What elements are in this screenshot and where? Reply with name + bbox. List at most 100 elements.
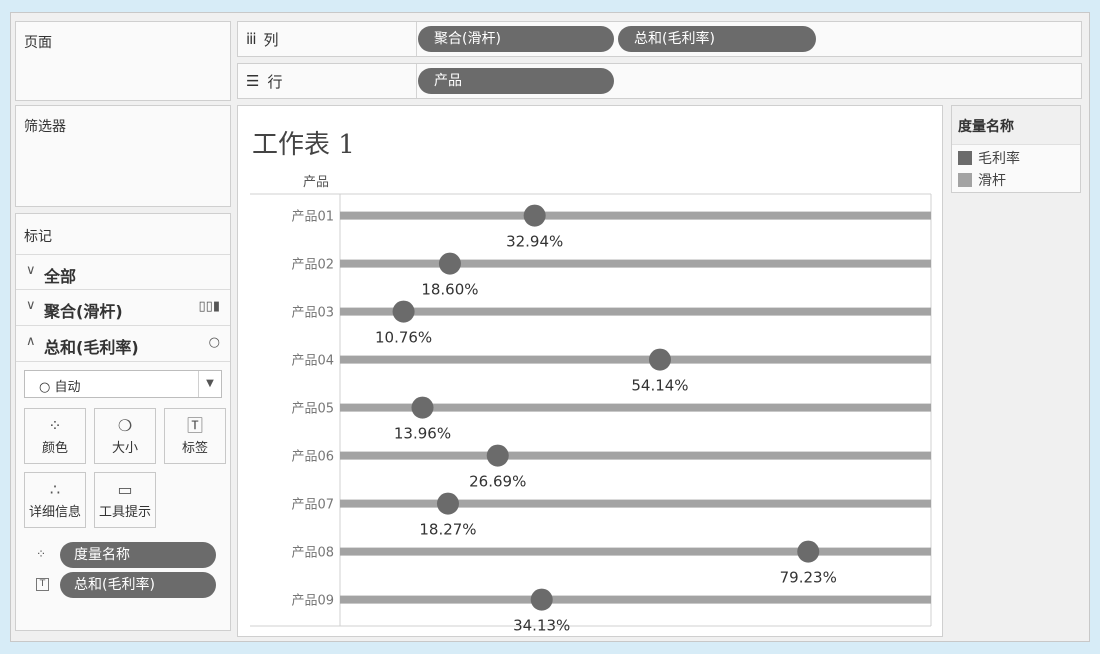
legend-swatch-profit — [958, 151, 972, 165]
label-t-icon: T — [36, 578, 49, 591]
tooltip-label: 工具提示 — [98, 505, 151, 520]
slider-bar — [340, 499, 931, 508]
slider-bar — [340, 307, 931, 316]
profit-dot — [648, 348, 671, 371]
data-label: 79.23% — [780, 569, 837, 587]
chevron-up-icon: ∧ — [26, 334, 36, 349]
marks-slider-label: 聚合(滑杆) — [44, 302, 123, 321]
pill-product-label: 产品 — [434, 73, 462, 89]
size-icon: ❍ — [117, 416, 133, 435]
legend-header: 度量名称 — [952, 106, 1080, 145]
data-label: 54.14% — [631, 377, 688, 395]
category-label: 产品08 — [291, 546, 334, 561]
legend-label-profit: 毛利率 — [978, 151, 1020, 167]
tooltip-icon: ▭ — [117, 480, 133, 499]
field-profit-sum-label: 总和(毛利率) — [74, 577, 155, 593]
legend-item-profit[interactable]: 毛利率 — [958, 148, 1020, 168]
marks-profit-sum[interactable]: ∧ 总和(毛利率) ○ — [16, 326, 230, 362]
slider-bar — [340, 451, 931, 460]
profit-dot — [530, 588, 553, 611]
data-label: 18.27% — [419, 521, 476, 539]
rows-label: 行 — [267, 72, 283, 91]
detail-button[interactable]: ∴ 详细信息 — [24, 472, 86, 528]
data-label: 10.76% — [375, 329, 432, 347]
data-label: 13.96% — [394, 425, 451, 443]
field-measure-names[interactable]: 度量名称 — [60, 542, 216, 568]
marks-title: 标记 — [24, 229, 52, 245]
pill-product[interactable]: 产品 — [418, 68, 614, 94]
color-dots-icon: ⁘ — [48, 416, 62, 435]
chevron-down-icon: ∨ — [26, 298, 36, 313]
slider-bar — [340, 259, 931, 268]
category-label: 产品04 — [291, 354, 334, 369]
category-label: 产品07 — [291, 498, 334, 513]
category-label: 产品02 — [291, 258, 334, 273]
color-dots-icon: ⁘ — [36, 547, 47, 561]
mark-type-value: 自动 — [54, 380, 81, 395]
profit-dot — [411, 396, 434, 419]
marks-all[interactable]: ∨ 全部 — [16, 254, 230, 290]
pill-profit-sum[interactable]: 总和(毛利率) — [618, 26, 816, 52]
profit-dot — [392, 300, 415, 323]
detail-label: 详细信息 — [28, 505, 81, 520]
marks-all-label: 全部 — [44, 267, 77, 286]
filters-panel[interactable]: 筛选器 — [15, 105, 231, 207]
pages-panel[interactable]: 页面 — [15, 21, 231, 101]
circle-icon: ○ — [39, 380, 55, 395]
columns-icon: iii — [246, 30, 256, 48]
data-label: 18.60% — [421, 281, 478, 299]
mark-type-dropdown[interactable]: ○ 自动 ▼ — [24, 370, 222, 398]
data-label: 34.13% — [513, 617, 570, 635]
legend-swatch-slider — [958, 173, 972, 187]
legend-panel: 度量名称 毛利率 滑杆 — [951, 105, 1081, 193]
circle-icon: ○ — [208, 335, 220, 350]
chart: 产品产品01 32.94% 产品02 18.60% 产品03 10.76% 产品04 54.1… — [250, 175, 932, 635]
size-label: 大小 — [111, 441, 138, 456]
pill-profit-sum-label: 总和(毛利率) — [634, 31, 715, 47]
category-label: 产品03 — [291, 306, 334, 321]
rows-icon: ☰ — [246, 72, 260, 90]
category-label: 产品05 — [291, 402, 334, 417]
pill-slider-agg[interactable]: 聚合(滑杆) — [418, 26, 614, 52]
slider-bar — [340, 211, 931, 220]
detail-dots-icon: ∴ — [49, 480, 61, 499]
marks-profit-label: 总和(毛利率) — [44, 338, 139, 357]
category-label: 产品06 — [291, 450, 334, 465]
rows-shelf[interactable]: ☰ 行 产品 — [237, 63, 1082, 99]
legend-label-slider: 滑杆 — [978, 173, 1006, 189]
slider-bar — [340, 355, 931, 364]
chevron-down-icon: ∨ — [26, 263, 36, 278]
slider-bar — [340, 547, 931, 556]
data-label: 26.69% — [469, 473, 526, 491]
row-header: 产品 — [303, 175, 329, 190]
legend-title: 度量名称 — [958, 119, 1014, 135]
field-profit-sum[interactable]: 总和(毛利率) — [60, 572, 216, 598]
profit-dot — [523, 204, 546, 227]
dropdown-arrow-icon[interactable]: ▼ — [198, 371, 221, 397]
columns-shelf[interactable]: iii 列 聚合(滑杆) 总和(毛利率) — [237, 21, 1082, 57]
profit-dot — [438, 252, 461, 275]
color-button[interactable]: ⁘ 颜色 — [24, 408, 86, 464]
profit-dot — [797, 540, 820, 563]
label-label: 标签 — [181, 441, 208, 456]
sheet-view: 工作表 1 产品 产品01 32.94% 产品02 18.60% 产品03 10.76% 产品… — [237, 105, 943, 637]
slider-bar — [340, 595, 931, 604]
profit-dot — [436, 492, 459, 515]
filters-title: 筛选器 — [24, 119, 66, 135]
category-label: 产品01 — [291, 210, 334, 225]
field-measure-names-label: 度量名称 — [74, 547, 130, 563]
size-button[interactable]: ❍ 大小 — [94, 408, 156, 464]
marks-card: 标记 ∨ 全部 ∨ 聚合(滑杆) ▯▯▮ ∧ 总和(毛利率) ○ ○ 自动 ▼ … — [15, 213, 231, 631]
columns-label: 列 — [263, 30, 279, 49]
legend-item-slider[interactable]: 滑杆 — [958, 170, 1006, 190]
profit-dot — [486, 444, 509, 467]
pages-title: 页面 — [24, 35, 52, 51]
label-button[interactable]: 🅃 标签 — [164, 408, 226, 464]
marks-slider-agg[interactable]: ∨ 聚合(滑杆) ▯▯▮ — [16, 290, 230, 326]
pill-slider-agg-label: 聚合(滑杆) — [434, 31, 501, 47]
label-t-icon: 🅃 — [186, 416, 203, 435]
tableau-workspace: 页面 筛选器 标记 ∨ 全部 ∨ 聚合(滑杆) ▯▯▮ ∧ 总和(毛利率) ○ … — [10, 12, 1090, 642]
category-label: 产品09 — [291, 594, 334, 609]
bar-chart-icon: ▯▯▮ — [198, 299, 220, 314]
tooltip-button[interactable]: ▭ 工具提示 — [94, 472, 156, 528]
